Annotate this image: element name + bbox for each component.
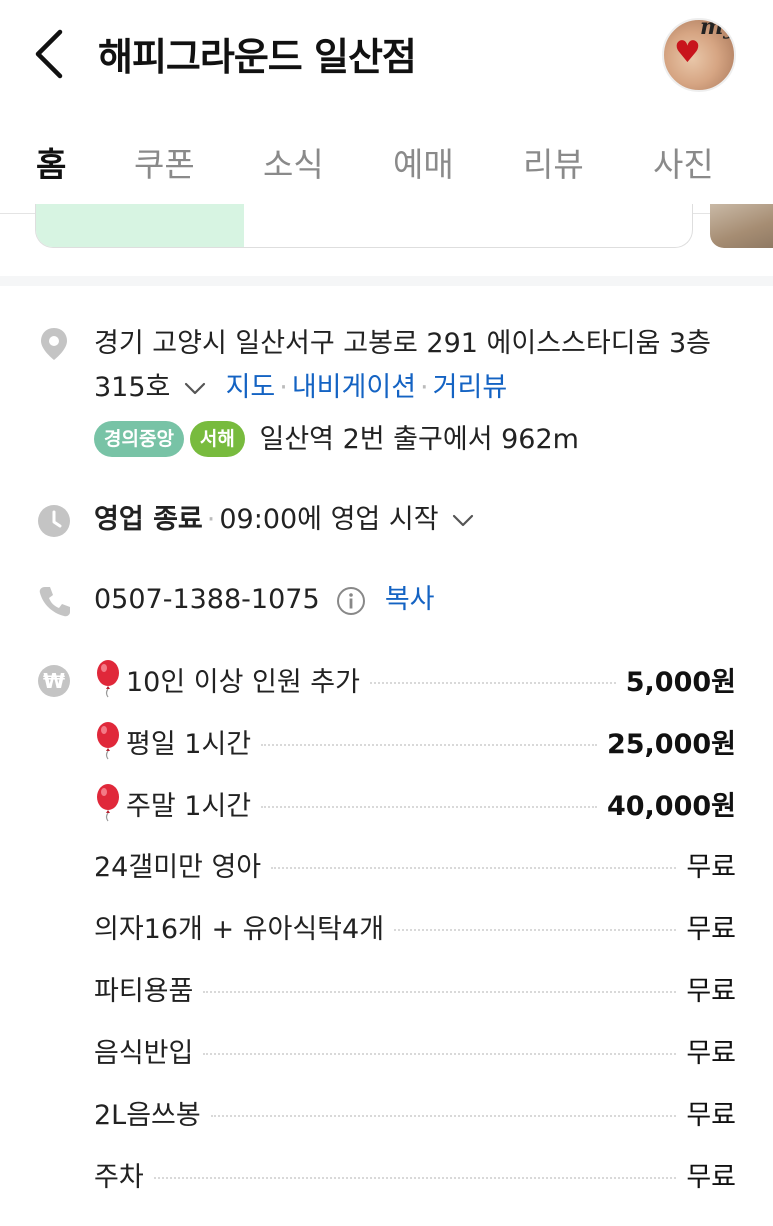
street-view-link[interactable]: 거리뷰 xyxy=(433,372,508,403)
my-profile-avatar[interactable]: ♥ my xyxy=(662,18,736,92)
price-value: 5,000원 xyxy=(625,666,736,698)
promo-card-accent xyxy=(36,204,244,247)
business-hours[interactable]: 영업 종료 · 09:00에 영업 시작 xyxy=(94,500,475,540)
location-pin-icon xyxy=(36,326,72,362)
tab-bar: 홈 쿠폰 소식 예매 리뷰 사진 xyxy=(0,110,773,214)
price-value: 무료 xyxy=(686,1037,736,1069)
photo-thumbnail[interactable] xyxy=(710,204,773,248)
won-currency-icon: ₩ xyxy=(36,663,72,699)
price-item: 2L음쓰봉 무료 xyxy=(94,1090,736,1134)
price-value: 25,000원 xyxy=(606,728,736,760)
tab-reviews[interactable]: 리뷰 xyxy=(523,138,584,186)
tab-news[interactable]: 소식 xyxy=(263,138,324,186)
copy-phone-button[interactable]: 복사 xyxy=(385,584,435,615)
price-label: 10인 이상 인원 추가 xyxy=(126,666,360,698)
chevron-down-icon[interactable] xyxy=(183,381,207,397)
price-value: 무료 xyxy=(686,913,736,945)
price-item: 24갤미만 영아 무료 xyxy=(94,842,736,886)
price-label: 주차 xyxy=(94,1161,144,1193)
price-item: 파티용품 무료 xyxy=(94,966,736,1010)
subway-line-badge: 경의중앙 xyxy=(94,421,184,457)
price-value: 무료 xyxy=(686,1161,736,1193)
dotted-leader xyxy=(203,991,677,993)
balloon-icon xyxy=(97,722,119,760)
avatar-label: my xyxy=(699,18,736,40)
price-item: 의자16개 + 유아식탁4개 무료 xyxy=(94,904,736,948)
dotted-leader xyxy=(203,1053,677,1055)
page-title: 해피그라운드 일산점 xyxy=(98,35,417,79)
price-label: 음식반입 xyxy=(94,1037,194,1069)
tab-photos[interactable]: 사진 xyxy=(653,138,714,186)
svg-text:₩: ₩ xyxy=(43,669,65,693)
price-value: 무료 xyxy=(686,851,736,883)
clock-icon xyxy=(36,503,72,539)
hours-status: 영업 종료 xyxy=(94,504,203,535)
price-value: 40,000원 xyxy=(606,790,736,822)
scrolled-card-strip xyxy=(0,204,773,286)
subway-line-badge: 서해 xyxy=(189,421,245,457)
top-bar: 해피그라운드 일산점 ♥ my xyxy=(0,0,773,110)
dotted-leader xyxy=(261,806,597,808)
back-icon[interactable] xyxy=(28,28,72,80)
price-label: 파티용품 xyxy=(94,975,194,1007)
subway-distance: 일산역 2번 출구에서 962m xyxy=(259,424,579,455)
price-label: 2L음쓰봉 xyxy=(94,1099,201,1131)
info-icon[interactable] xyxy=(336,586,366,616)
balloon-icon xyxy=(97,784,119,822)
price-value: 무료 xyxy=(686,975,736,1007)
price-label: 주말 1시간 xyxy=(126,790,252,822)
dotted-leader xyxy=(210,1115,677,1117)
balloon-icon xyxy=(97,660,119,698)
phone-number[interactable]: 0507-1388-1075 xyxy=(94,584,320,615)
price-item: 평일 1시간 25,000원 xyxy=(94,719,736,763)
heart-icon: ♥ xyxy=(674,35,701,70)
tab-coupon[interactable]: 쿠폰 xyxy=(134,138,195,186)
address-block: 경기 고양시 일산서구 고봉로 291 에이스스타디움 3층 315호 지도 · 내… xyxy=(94,328,712,403)
dotted-leader xyxy=(369,682,616,684)
price-label: 평일 1시간 xyxy=(126,728,252,760)
price-item: 10인 이상 인원 추가 5,000원 xyxy=(94,657,736,701)
subway-info: 경의중앙 서해 일산역 2번 출구에서 962m xyxy=(94,421,579,459)
phone-icon xyxy=(36,583,72,619)
tab-home[interactable]: 홈 xyxy=(36,138,66,186)
map-link[interactable]: 지도 xyxy=(226,372,276,403)
dotted-leader xyxy=(394,929,677,931)
navigation-link[interactable]: 내비게이션 xyxy=(292,372,416,403)
phone-row: 0507-1388-1075 복사 xyxy=(94,580,435,620)
tab-booking[interactable]: 예매 xyxy=(393,138,454,186)
dotted-leader xyxy=(153,1177,677,1179)
price-item: 주차 무료 xyxy=(94,1152,736,1196)
promo-card[interactable] xyxy=(35,204,693,248)
price-item: 음식반입 무료 xyxy=(94,1028,736,1072)
hours-next-open: 09:00에 영업 시작 xyxy=(219,504,439,535)
dotted-leader xyxy=(261,744,597,746)
price-label: 의자16개 + 유아식탁4개 xyxy=(94,913,385,945)
price-item: 주말 1시간 40,000원 xyxy=(94,781,736,825)
price-label: 24갤미만 영아 xyxy=(94,851,262,883)
dotted-leader xyxy=(271,867,677,869)
chevron-down-icon[interactable] xyxy=(451,513,475,529)
price-value: 무료 xyxy=(686,1099,736,1131)
